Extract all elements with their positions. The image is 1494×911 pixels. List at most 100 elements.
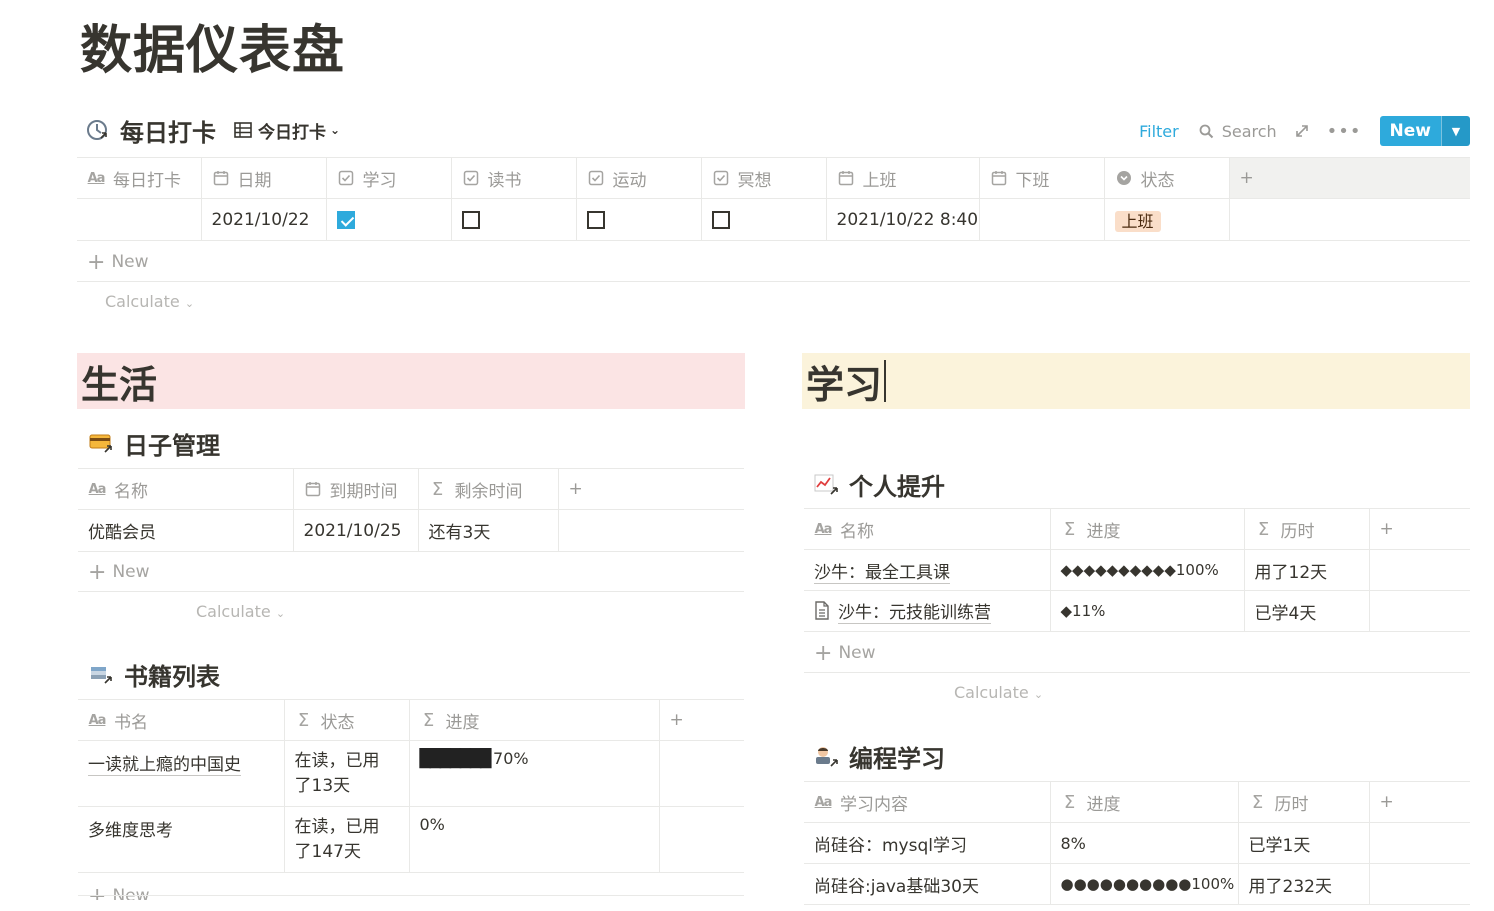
book-name[interactable]: 多维度思考	[78, 806, 285, 873]
checkin-new-row-button[interactable]: + New	[77, 243, 1470, 281]
col-header-date[interactable]: 日期	[212, 166, 316, 191]
add-property-icon[interactable]: +	[558, 468, 744, 510]
calendar-icon	[837, 169, 855, 187]
col-header-due[interactable]: 到期时间	[304, 477, 408, 502]
add-property-icon[interactable]: +	[659, 699, 744, 741]
improve-table: Aa 名称 Σ 进度 Σ 历时 + 沙牛：最全工具课 ◆◆◆◆◆◆◆◆◆◆100% 用…	[804, 508, 1470, 632]
table-row[interactable]: 2021/10/22 2021/10/22 8:40 上班	[77, 198, 1470, 241]
improve-db-title[interactable]: 个人提升	[849, 467, 945, 502]
search-label: Search	[1221, 121, 1277, 141]
expand-icon[interactable]	[1295, 124, 1309, 138]
table-row[interactable]: 优酷会员 2021/10/25 还有3天	[78, 509, 744, 552]
col-header-name[interactable]: Aa 名称	[88, 477, 283, 502]
search-icon	[1199, 124, 1213, 138]
course-name[interactable]: 沙牛：最全工具课	[814, 562, 950, 584]
search-button[interactable]: Search	[1199, 122, 1277, 141]
book-name[interactable]: 一读就上瘾的中国史	[88, 755, 241, 776]
table-row[interactable]: 沙牛：最全工具课 ◆◆◆◆◆◆◆◆◆◆100% 用了12天	[804, 549, 1470, 591]
chevron-down-icon: ⌄	[184, 297, 195, 310]
col-header-progress[interactable]: Σ 进度	[420, 708, 649, 733]
books-db-title[interactable]: 书籍列表	[124, 657, 220, 692]
cell-status: 在读，已用 了13天	[284, 740, 410, 807]
col-header-exercise[interactable]: 运动	[587, 166, 691, 191]
improve-db-header: 个人提升	[813, 467, 945, 502]
plus-icon: +	[88, 559, 107, 585]
col-header-elapsed[interactable]: Σ 历时	[1255, 517, 1359, 542]
table-header-row: Aa 学习内容 Σ 进度 Σ 历时 +	[804, 781, 1470, 823]
table-row[interactable]: 多维度思考 在读，已用 了147天 0%	[78, 806, 744, 873]
page-title: 数据仪表盘	[80, 21, 346, 81]
view-selector-label: 今日打卡	[258, 122, 326, 143]
col-header-progress[interactable]: Σ 进度	[1061, 517, 1234, 542]
study-checkbox[interactable]	[336, 210, 355, 229]
checkin-db-title[interactable]: 每日打卡	[120, 113, 216, 148]
table-header-row: Aa 每日打卡 日期 学习 读书 运动 冥想 上班 下班 状态 +	[77, 157, 1470, 199]
table-header-row: Aa 名称 Σ 进度 Σ 历时 +	[804, 508, 1470, 550]
new-button-label[interactable]: New	[1379, 116, 1441, 146]
col-header-clock-out[interactable]: 下班	[990, 166, 1094, 191]
col-header-name[interactable]: Aa 名称	[814, 517, 1040, 542]
col-header-progress[interactable]: Σ 进度	[1061, 790, 1228, 815]
text-property-icon: Aa	[88, 481, 107, 497]
cell-status[interactable]: 上班	[1104, 198, 1230, 241]
cell-content[interactable]: 尚硅谷：mysql学习	[804, 822, 1051, 864]
cell-progress: ●●●●●●●●●●100%	[1050, 863, 1239, 905]
new-row-label: New	[111, 252, 149, 272]
add-property-icon[interactable]: +	[1369, 781, 1470, 823]
cell-name[interactable]	[77, 198, 202, 241]
add-property-icon[interactable]: +	[1369, 508, 1470, 550]
col-header-name[interactable]: Aa 每日打卡	[87, 166, 191, 191]
col-header-elapsed[interactable]: Σ 历时	[1249, 790, 1359, 815]
col-header-remain[interactable]: Σ 剩余时间	[429, 477, 548, 502]
cell-due[interactable]: 2021/10/25	[293, 509, 419, 552]
col-header-clock-in[interactable]: 上班	[837, 166, 969, 191]
books-new-row-button[interactable]: + New	[78, 880, 744, 900]
col-header-status[interactable]: Σ 状态	[295, 708, 399, 733]
col-header-content[interactable]: Aa 学习内容	[814, 790, 1040, 815]
progress-percent: 70%	[493, 749, 529, 768]
course-name[interactable]: 沙牛：元技能训练营	[838, 602, 991, 624]
col-header-status[interactable]: 状态	[1115, 166, 1219, 191]
days-db-title[interactable]: 日子管理	[124, 426, 220, 461]
cell-remain: 还有3天	[418, 509, 559, 552]
meditate-checkbox[interactable]	[711, 210, 730, 229]
calendar-icon	[990, 169, 1008, 187]
table-row[interactable]: 尚硅谷：mysql学习 8% 已学1天	[804, 822, 1470, 864]
cell-clock-out[interactable]	[979, 198, 1105, 241]
days-calculate-button[interactable]: Calculate ⌄	[196, 602, 285, 621]
formula-icon: Σ	[1257, 518, 1270, 540]
trend-chart-icon	[813, 472, 841, 498]
cell-name[interactable]: 优酷会员	[78, 509, 294, 552]
study-heading[interactable]: 学习	[802, 353, 1470, 409]
more-options-icon[interactable]: •••	[1327, 121, 1362, 142]
new-dropdown-chevron-icon[interactable]: ▼	[1441, 116, 1470, 146]
add-property-icon[interactable]: +	[1229, 157, 1470, 199]
table-row[interactable]: 一读就上瘾的中国史 在读，已用 了13天 ▉▉▉▉▉▉▉ 70%	[78, 740, 744, 807]
new-row-label: New	[838, 643, 876, 663]
improve-new-row-button[interactable]: + New	[804, 634, 1470, 672]
clock-chart-icon	[86, 118, 110, 142]
col-header-book-name[interactable]: Aa 书名	[88, 708, 274, 733]
coding-db-title[interactable]: 编程学习	[849, 739, 945, 774]
days-new-row-button[interactable]: + New	[78, 553, 744, 591]
checkin-calculate-button[interactable]: Calculate ⌄	[105, 292, 194, 311]
cell-clock-in[interactable]: 2021/10/22 8:40	[826, 198, 980, 241]
col-header-read[interactable]: 读书	[462, 166, 566, 191]
new-record-button[interactable]: New ▼	[1379, 116, 1470, 146]
divider	[78, 895, 744, 896]
plus-icon: +	[87, 249, 106, 275]
improve-calculate-button[interactable]: Calculate ⌄	[954, 683, 1043, 702]
view-selector[interactable]: 今日打卡 ⌄	[234, 118, 340, 143]
checkbox-property-icon	[587, 169, 605, 187]
table-row[interactable]: 沙牛：元技能训练营 ◆11% 已学4天	[804, 590, 1470, 632]
plus-icon: +	[88, 884, 107, 900]
exercise-checkbox[interactable]	[586, 210, 605, 229]
cell-progress: ◆◆◆◆◆◆◆◆◆◆100%	[1050, 549, 1245, 591]
read-checkbox[interactable]	[461, 210, 480, 229]
cell-content[interactable]: 尚硅谷:java基础30天	[804, 863, 1051, 905]
cell-date[interactable]: 2021/10/22	[201, 198, 327, 241]
col-header-study[interactable]: 学习	[337, 166, 441, 191]
filter-button[interactable]: Filter	[1139, 122, 1179, 141]
table-row[interactable]: 尚硅谷:java基础30天 ●●●●●●●●●●100% 用了232天	[804, 863, 1470, 905]
col-header-meditate[interactable]: 冥想	[712, 166, 816, 191]
